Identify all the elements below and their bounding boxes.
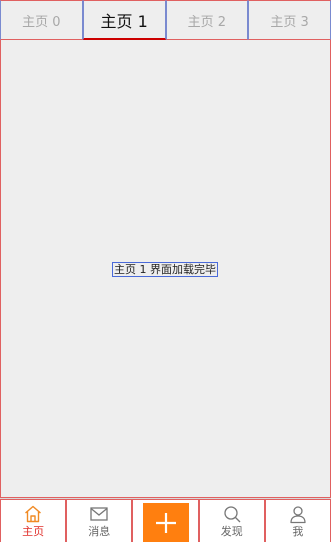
tab-home-1[interactable]: 主页 1	[82, 0, 166, 40]
tab-label: 主页 1	[100, 11, 148, 31]
tab-home-2[interactable]: 主页 2	[165, 0, 249, 40]
tab-home-3[interactable]: 主页 3	[248, 0, 331, 40]
nav-label: 消息	[88, 525, 111, 538]
home-icon	[25, 505, 42, 523]
nav-label: 发现	[220, 525, 243, 538]
tab-label: 主页 3	[270, 14, 309, 30]
page-content: 主页 1 界面加载完毕	[0, 40, 331, 498]
tab-home-0[interactable]: 主页 0	[0, 0, 83, 40]
nav-item-add[interactable]	[132, 499, 199, 542]
nav-item-messages[interactable]: 消息	[66, 499, 133, 542]
nav-item-home[interactable]: 主页	[0, 499, 67, 542]
nav-label: 主页	[22, 525, 45, 538]
nav-item-me[interactable]: 我	[264, 499, 331, 542]
load-status-text: 主页 1 界面加载完毕	[112, 262, 218, 277]
nav-label: 我	[292, 525, 304, 538]
mail-icon	[90, 507, 108, 521]
app-screen: 主页 0 主页 1 主页 2 主页 3 主页 1 界面加载完毕 主页 消息 发现…	[0, 0, 331, 542]
person-icon	[290, 506, 306, 524]
nav-item-discover[interactable]: 发现	[198, 499, 265, 542]
plus-icon	[155, 512, 176, 533]
search-icon	[224, 506, 241, 523]
bottom-nav-bar: 主页 消息 发现 我	[0, 498, 331, 542]
tab-label: 主页 0	[22, 14, 61, 30]
tab-label: 主页 2	[187, 14, 227, 30]
top-tab-bar: 主页 0 主页 1 主页 2 主页 3	[0, 0, 331, 40]
add-button[interactable]	[142, 503, 189, 542]
